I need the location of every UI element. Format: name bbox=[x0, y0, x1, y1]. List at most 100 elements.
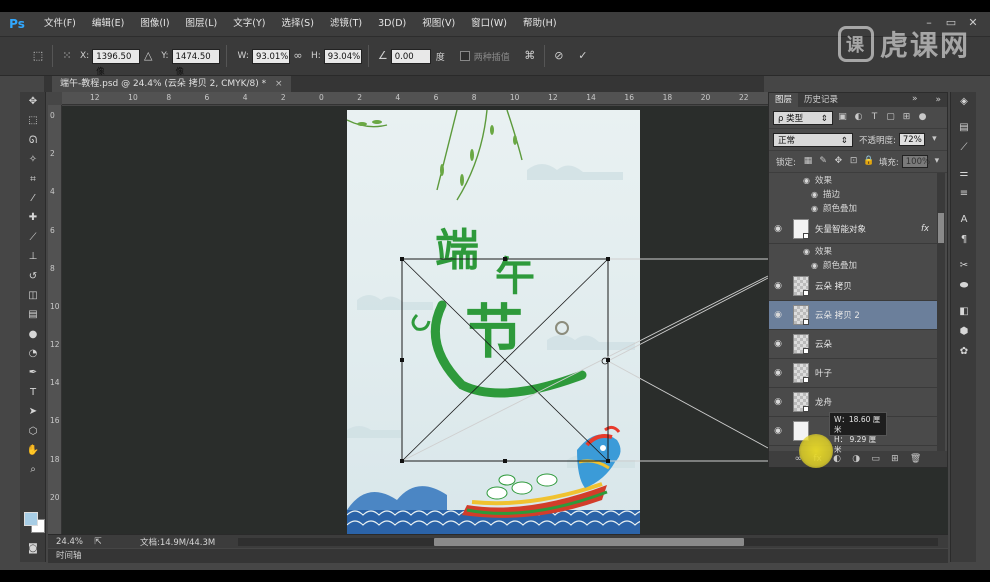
filter-shape-icon[interactable]: ▢ bbox=[884, 111, 897, 124]
eye-icon[interactable]: ◉ bbox=[769, 224, 787, 234]
gradient-tool-icon[interactable]: ▤ bbox=[20, 305, 46, 324]
layer-row-smart-object[interactable]: ◉ 矢量智能对象 fx bbox=[769, 215, 937, 244]
scrollbar-thumb[interactable] bbox=[434, 538, 744, 546]
healing-brush-icon[interactable]: ✚ bbox=[20, 208, 46, 227]
color-wheel-icon[interactable]: ✿ bbox=[951, 342, 977, 362]
close-icon[interactable]: × bbox=[275, 79, 283, 89]
brush-settings-icon[interactable]: ⟋ bbox=[951, 138, 977, 158]
tools-preset-icon[interactable]: ✂ bbox=[951, 256, 977, 276]
zoom-level[interactable]: 24.4% bbox=[56, 537, 90, 547]
filter-smart-icon[interactable]: ⊞ bbox=[900, 111, 913, 124]
swatches-icon[interactable]: ≡ bbox=[951, 184, 977, 204]
filter-type-icon[interactable]: T bbox=[868, 111, 881, 124]
brush-tool-icon[interactable]: ⟋ bbox=[20, 228, 46, 247]
layer-row-cloud-copy-2[interactable]: ◉ 云朵 拷贝 2 bbox=[769, 301, 937, 330]
type-tool-icon[interactable]: T bbox=[20, 383, 46, 402]
layers-panel-icon[interactable]: ◈ bbox=[951, 92, 977, 112]
horizontal-scrollbar[interactable] bbox=[238, 538, 938, 546]
relative-position-icon[interactable]: △ bbox=[140, 48, 156, 64]
eye-icon[interactable]: ◉ bbox=[803, 176, 815, 185]
tab-layers[interactable]: 图层 bbox=[769, 93, 799, 107]
interpolation-checkbox[interactable] bbox=[459, 51, 470, 61]
path-select-icon[interactable]: ➤ bbox=[20, 402, 46, 421]
effects-header[interactable]: ◉ 效果 bbox=[769, 244, 937, 258]
filter-pixel-icon[interactable]: ▣ bbox=[836, 111, 849, 124]
menu-window[interactable]: 窗口(W) bbox=[463, 12, 515, 36]
foreground-color[interactable] bbox=[24, 512, 38, 526]
move-tool-icon[interactable]: ✥ bbox=[20, 92, 46, 111]
shape-tool-icon[interactable]: ⬡ bbox=[20, 422, 46, 441]
lock-transparent-icon[interactable]: ▦ bbox=[802, 155, 814, 168]
character-panel-icon[interactable]: A bbox=[951, 210, 977, 230]
layer-row-cloud-copy[interactable]: ◉ 云朵 拷贝 bbox=[769, 272, 937, 301]
add-mask-icon[interactable]: ◐ bbox=[833, 454, 841, 464]
effect-item[interactable]: ◉ 描边 bbox=[769, 187, 937, 201]
opacity-field[interactable]: 72% bbox=[898, 133, 925, 146]
eye-icon[interactable]: ◉ bbox=[769, 310, 787, 320]
y-field[interactable]: 1474.50 像 bbox=[171, 48, 220, 77]
zoom-tool-icon[interactable]: ⌕ bbox=[20, 460, 46, 479]
stamp-tool-icon[interactable]: ⊥ bbox=[20, 247, 46, 266]
panel-menu-icon[interactable]: » bbox=[935, 95, 941, 105]
crop-tool-icon[interactable]: ⌗ bbox=[20, 170, 46, 189]
channels-icon[interactable]: ◧ bbox=[951, 302, 977, 322]
lock-all-icon[interactable]: 🔒 bbox=[863, 155, 875, 168]
properties-icon[interactable]: ▤ bbox=[951, 118, 977, 138]
collapse-panels-icon[interactable]: » bbox=[912, 94, 918, 104]
menu-filter[interactable]: 滤镜(T) bbox=[322, 12, 370, 36]
tab-history[interactable]: 历史记录 bbox=[798, 93, 844, 107]
transform-tool-icon[interactable]: ⬚ bbox=[30, 48, 46, 64]
history-brush-icon[interactable]: ↺ bbox=[20, 267, 46, 286]
3d-panel-icon[interactable]: ⬢ bbox=[951, 322, 977, 342]
eye-icon[interactable]: ◉ bbox=[811, 190, 823, 199]
trash-icon[interactable]: 🗑 bbox=[910, 454, 921, 464]
pen-tool-icon[interactable]: ✒ bbox=[20, 363, 46, 382]
blend-mode-select[interactable]: 正常 ⇕ bbox=[773, 132, 853, 147]
eye-icon[interactable]: ◉ bbox=[811, 261, 823, 270]
menu-help[interactable]: 帮助(H) bbox=[515, 12, 565, 36]
fill-field[interactable]: 100% bbox=[901, 155, 930, 168]
menu-view[interactable]: 视图(V) bbox=[414, 12, 463, 36]
commit-transform-icon[interactable]: ✓ bbox=[575, 48, 591, 64]
x-field[interactable]: 1396.50 像 bbox=[92, 48, 141, 77]
eye-icon[interactable]: ◉ bbox=[769, 368, 787, 378]
layer-row-leaves[interactable]: ◉ 叶子 bbox=[769, 359, 937, 388]
effects-header[interactable]: ◉ 效果 bbox=[769, 173, 937, 187]
menu-select[interactable]: 选择(S) bbox=[273, 12, 321, 36]
eye-icon[interactable]: ◉ bbox=[769, 281, 787, 291]
adjustments-icon[interactable]: ⚌ bbox=[951, 164, 977, 184]
export-icon[interactable]: ⇱ bbox=[90, 534, 106, 550]
new-layer-icon[interactable]: ⊞ bbox=[891, 454, 899, 464]
eye-icon[interactable]: ◉ bbox=[769, 339, 787, 349]
angle-field[interactable]: 0.00 bbox=[390, 48, 431, 64]
hand-tool-icon[interactable]: ✋ bbox=[20, 441, 46, 460]
reference-point-icon[interactable]: ⁙ bbox=[59, 48, 75, 64]
opacity-dropdown-icon[interactable]: ▾ bbox=[928, 133, 941, 146]
menu-file[interactable]: 文件(F) bbox=[36, 12, 84, 36]
paragraph-panel-icon[interactable]: ¶ bbox=[951, 230, 977, 250]
dodge-tool-icon[interactable]: ◔ bbox=[20, 344, 46, 363]
quick-mask-icon[interactable]: ◙ bbox=[20, 539, 46, 558]
eyedropper-icon[interactable]: ⁄ bbox=[20, 189, 46, 208]
eye-icon[interactable]: ◉ bbox=[769, 397, 787, 407]
eye-icon[interactable]: ◉ bbox=[769, 426, 787, 436]
lock-artboard-icon[interactable]: ⊡ bbox=[847, 155, 859, 168]
fx-icon[interactable]: fx bbox=[921, 224, 929, 234]
lock-paint-icon[interactable]: ✎ bbox=[817, 155, 829, 168]
cancel-transform-icon[interactable]: ⊘ bbox=[551, 48, 567, 64]
layer-filter-select[interactable]: ρ 类型 ⇕ bbox=[773, 110, 833, 125]
effect-item[interactable]: ◉ 颜色叠加 bbox=[769, 258, 937, 272]
scrollbar-thumb[interactable] bbox=[938, 213, 944, 243]
layer-row-cloud[interactable]: ◉ 云朵 bbox=[769, 330, 937, 359]
eye-icon[interactable]: ◉ bbox=[811, 204, 823, 213]
color-swatches[interactable] bbox=[24, 512, 46, 534]
magic-wand-icon[interactable]: ✧ bbox=[20, 150, 46, 169]
menu-layer[interactable]: 图层(L) bbox=[178, 12, 226, 36]
fill-dropdown-icon[interactable]: ▾ bbox=[931, 155, 943, 168]
menu-type[interactable]: 文字(Y) bbox=[225, 12, 273, 36]
menu-edit[interactable]: 编辑(E) bbox=[84, 12, 132, 36]
layers-scrollbar[interactable] bbox=[937, 173, 945, 453]
timeline-panel-tab[interactable]: 时间轴 bbox=[48, 549, 948, 563]
lasso-tool-icon[interactable]: ᘏ bbox=[20, 131, 46, 150]
w-field[interactable]: 93.01% bbox=[251, 48, 290, 64]
